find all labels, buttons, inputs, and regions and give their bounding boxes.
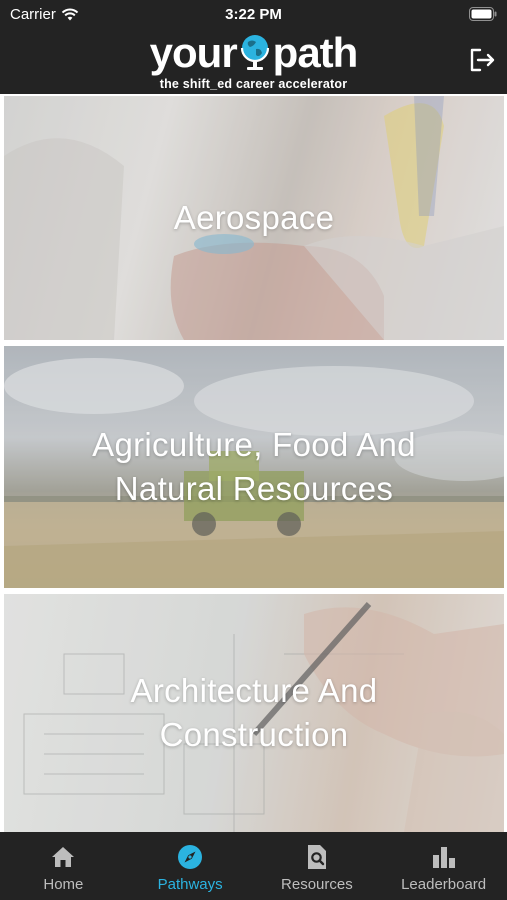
tab-resources[interactable]: Resources <box>254 832 381 900</box>
pathway-title: Agriculture, Food And Natural Resources <box>72 423 436 511</box>
globe-icon <box>240 35 269 70</box>
bar-chart-icon <box>432 847 455 868</box>
logo-text-right: path <box>272 29 359 76</box>
tab-label: Pathways <box>157 876 223 893</box>
document-search-icon <box>307 845 326 869</box>
pathway-card-aerospace[interactable]: Aerospace <box>4 96 504 340</box>
tab-leaderboard[interactable]: Leaderboard <box>380 832 507 900</box>
pathway-title: Aerospace <box>154 196 354 240</box>
status-time: 3:22 PM <box>225 6 282 23</box>
pathway-title-line-2: Natural Resources <box>114 470 394 507</box>
pathway-card-architecture[interactable]: Architecture And Construction <box>4 594 504 832</box>
logo-text-left: your <box>149 29 238 76</box>
pathway-title-line-1: Agriculture, Food And <box>92 426 416 463</box>
app-logo: your path the shift_ed career accelerato… <box>0 29 507 92</box>
tab-label: Resources <box>281 876 353 893</box>
tab-label: Leaderboard <box>401 876 487 893</box>
pathway-title-line: Aerospace <box>173 199 335 236</box>
home-icon <box>52 847 75 867</box>
logo-wordmark: your path <box>149 29 359 76</box>
app-header: your path the shift_ed career accelerato… <box>0 30 507 94</box>
pathway-list: Aerospace Agriculture, Food And Natural … <box>0 94 507 832</box>
tab-label: Home <box>43 876 84 893</box>
compass-icon <box>178 845 203 869</box>
logout-button[interactable] <box>467 46 497 74</box>
pathway-title-line-2: Construction <box>159 716 349 753</box>
tab-bar: Home Pathways Resources Leaderboard <box>0 832 507 900</box>
tab-pathways[interactable]: Pathways <box>127 832 254 900</box>
pathway-title: Architecture And Construction <box>111 669 398 757</box>
pathway-title-line-1: Architecture And <box>130 672 378 709</box>
pathway-card-agriculture[interactable]: Agriculture, Food And Natural Resources <box>4 346 504 588</box>
tab-home[interactable]: Home <box>0 832 127 900</box>
battery-icon <box>469 7 497 21</box>
status-bar: Carrier 3:22 PM <box>0 0 507 30</box>
logo-tagline: the shift_ed career accelerator <box>159 77 348 91</box>
